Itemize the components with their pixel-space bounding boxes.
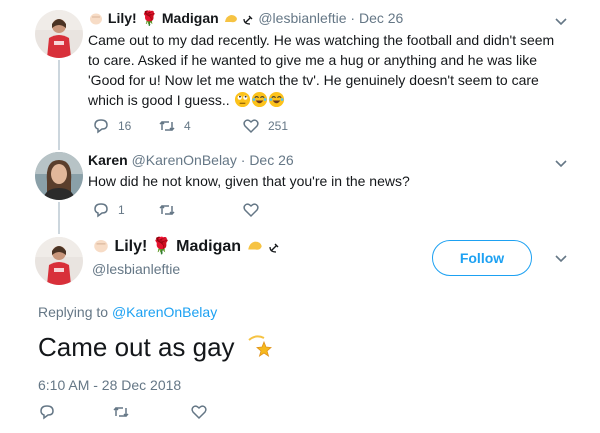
retweet-icon <box>159 120 175 132</box>
reply-count: 16 <box>118 119 132 133</box>
reply-count: 1 <box>118 203 125 217</box>
main-header: Lily! 🌹 Madigan <box>92 236 280 259</box>
like-count: 251 <box>268 119 289 133</box>
main-tweet-text: Came out as gay <box>38 332 274 366</box>
chevron-down-icon[interactable] <box>554 251 568 265</box>
thread-line <box>58 142 60 150</box>
reply-icon <box>94 203 108 218</box>
reply-button[interactable]: 16 <box>92 116 131 136</box>
tweet-karen[interactable]: Karen @KarenOnBelay · Dec 26 How did he … <box>0 142 600 226</box>
reply-button[interactable] <box>38 402 56 422</box>
hammer-sickle-icon <box>242 13 254 29</box>
avatar-lily[interactable] <box>35 237 83 285</box>
retweet-button[interactable]: 4 <box>158 116 191 136</box>
tweet-lily-1[interactable]: Lily! 🌹 Madigan @lesbianleftie · Dec 26 … <box>0 0 600 142</box>
retweet-count: 4 <box>184 119 191 133</box>
tweet-date[interactable]: Dec 26 <box>359 10 403 26</box>
display-name[interactable]: Lily! 🌹 Madigan <box>114 238 241 255</box>
tweet-timestamp[interactable]: 6:10 AM - 28 Dec 2018 <box>38 377 181 393</box>
tweet-date[interactable]: Dec 26 <box>249 152 293 168</box>
chevron-down-icon[interactable] <box>554 156 568 170</box>
flexed-arm-emoji <box>246 236 264 259</box>
handle[interactable]: @KarenOnBelay <box>132 152 237 168</box>
fist-emoji <box>92 236 110 259</box>
handle[interactable]: @lesbianleftie <box>258 10 346 26</box>
display-name[interactable]: Lily! 🌹 Madigan <box>108 10 219 26</box>
tweet-header: Lily! 🌹 Madigan @lesbianleftie · Dec 26 <box>88 10 403 29</box>
like-icon <box>243 119 259 134</box>
like-icon <box>191 405 207 420</box>
replying-handle-link[interactable]: @KarenOnBelay <box>112 304 217 320</box>
tweet-text: How did he not know, given that you're i… <box>88 173 410 189</box>
reply-button[interactable]: 1 <box>92 200 125 220</box>
fist-emoji <box>88 10 104 29</box>
hammer-sickle-icon <box>268 241 280 259</box>
tweet-text: Came out to my dad recently. He was watc… <box>88 30 558 113</box>
avatar-karen[interactable] <box>35 152 83 200</box>
retweet-icon <box>113 406 129 418</box>
like-button[interactable]: 251 <box>242 116 288 136</box>
like-button[interactable] <box>242 200 260 220</box>
reply-icon <box>94 119 108 134</box>
reply-icon <box>40 405 54 420</box>
retweet-button[interactable] <box>158 200 176 220</box>
display-name[interactable]: Karen <box>88 152 128 168</box>
dizzy-star-emoji <box>246 332 274 366</box>
rolling-eyes-emoji <box>234 91 251 113</box>
retweet-icon <box>159 204 175 216</box>
chevron-down-icon[interactable] <box>554 14 568 28</box>
flexed-arm-emoji <box>223 10 239 29</box>
joy-emoji <box>251 91 268 113</box>
avatar-lily[interactable] <box>35 10 83 58</box>
like-button[interactable] <box>190 402 208 422</box>
tweet-header: Karen @KarenOnBelay · Dec 26 <box>88 152 294 168</box>
thread-line <box>58 60 60 142</box>
thread-line <box>58 202 60 226</box>
replying-to: Replying to @KarenOnBelay <box>38 304 218 320</box>
like-icon <box>243 203 259 218</box>
handle[interactable]: @lesbianleftie <box>92 261 180 277</box>
retweet-button[interactable] <box>112 402 130 422</box>
follow-button[interactable]: Follow <box>432 240 532 276</box>
joy-emoji <box>268 91 285 113</box>
thread-line <box>58 226 60 234</box>
